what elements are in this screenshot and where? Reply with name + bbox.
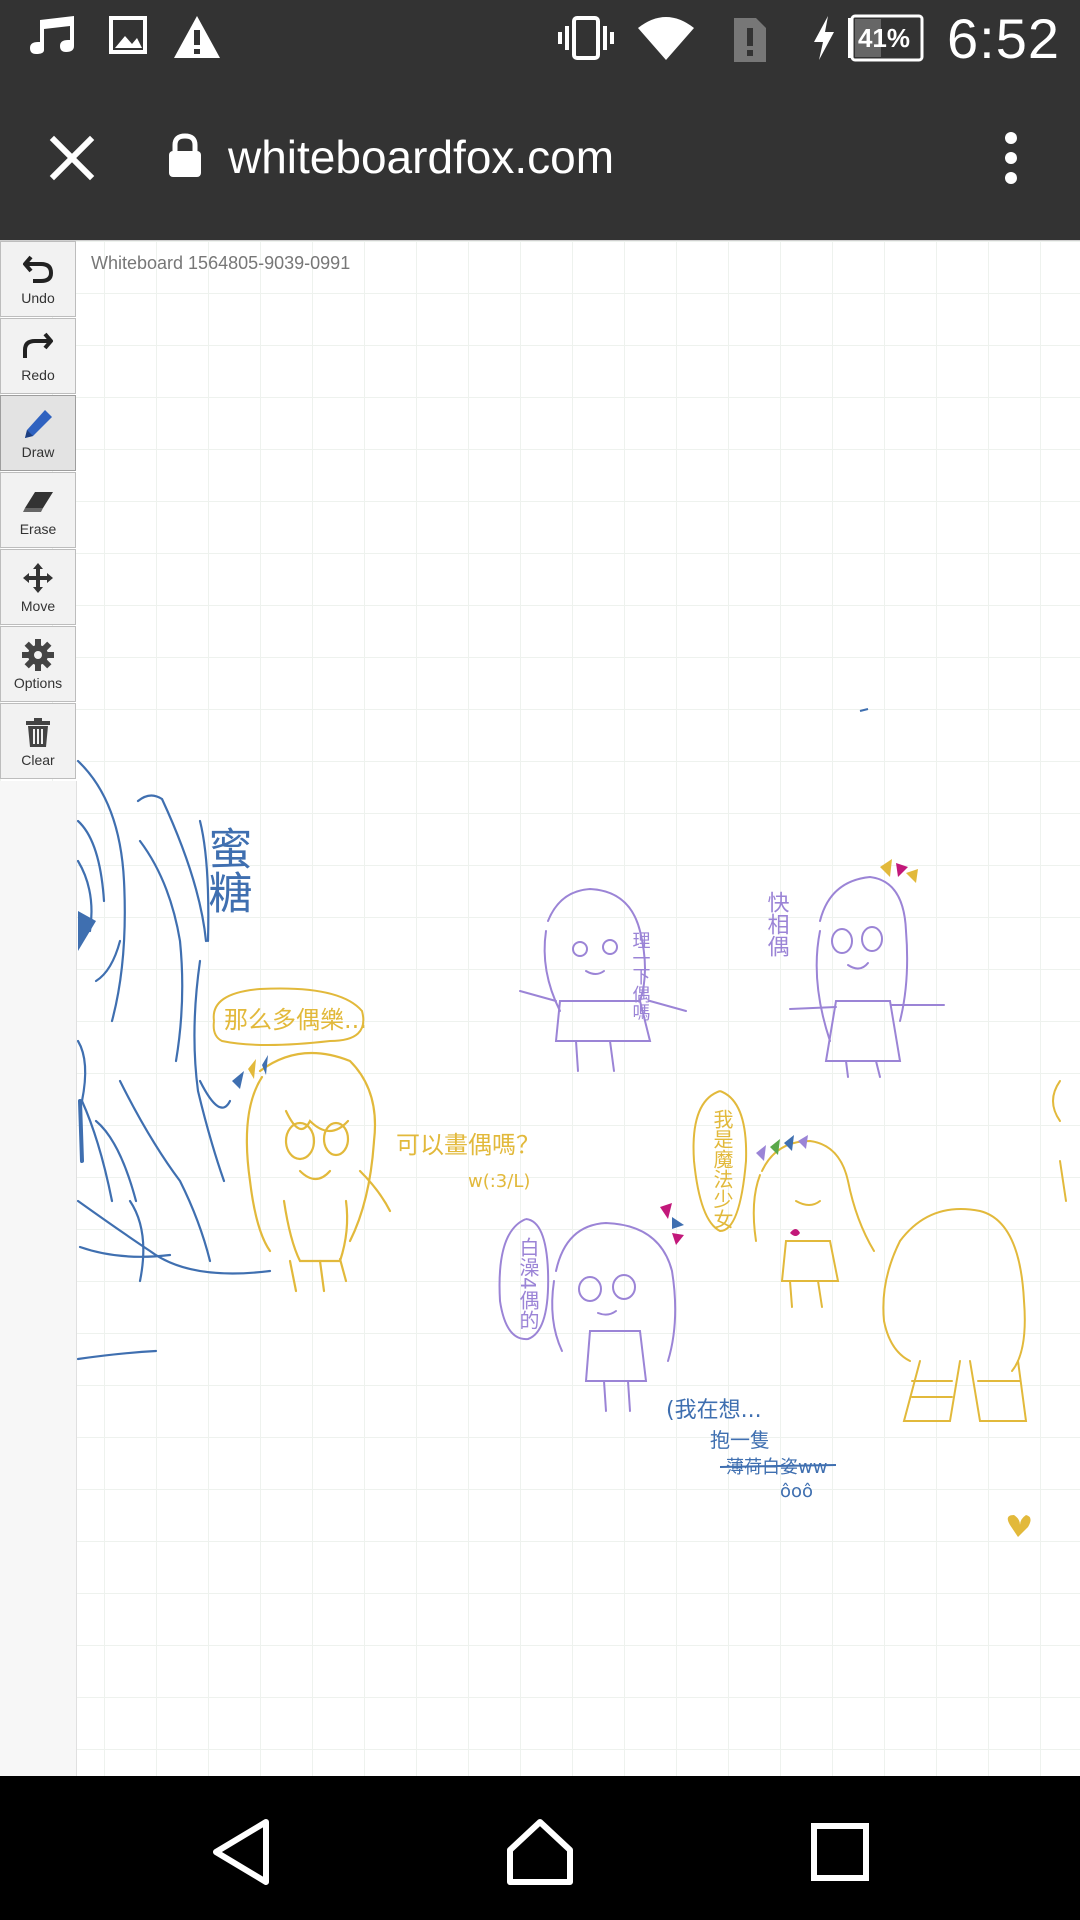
sim-alert-icon	[734, 18, 766, 62]
charging-icon	[814, 16, 834, 60]
music-note-icon	[30, 16, 74, 54]
navigation-bar	[0, 1776, 1080, 1920]
text-honey-candy: 蜜糖	[201, 826, 252, 914]
move-icon	[23, 562, 53, 593]
options-label: Options	[13, 674, 63, 691]
more-vert-icon[interactable]	[996, 130, 1026, 186]
tool-palette: Undo Redo Draw Erase Move Options Clear	[0, 241, 76, 780]
text-thinking: (我在想...	[666, 1398, 762, 1423]
redo-label: Redo	[21, 366, 55, 383]
status-bar: 41% 6:52	[0, 0, 1080, 78]
options-button[interactable]: Options	[0, 626, 76, 702]
close-icon[interactable]	[48, 134, 96, 182]
board-title: Whiteboard 1564805-9039-0991	[91, 253, 351, 273]
warning-icon	[174, 16, 220, 58]
clear-label: Clear	[21, 751, 55, 768]
recents-square-icon[interactable]	[804, 1816, 876, 1888]
draw-label: Draw	[21, 443, 55, 460]
draw-button[interactable]: Draw	[0, 395, 76, 471]
clear-button[interactable]: Clear	[0, 703, 76, 779]
home-icon[interactable]	[504, 1816, 576, 1888]
trash-icon	[26, 717, 50, 747]
battery-percent: 41%	[857, 22, 911, 53]
pencil-icon	[25, 409, 52, 438]
text-white-haired: 白澡4偶的	[516, 1237, 540, 1330]
redo-icon	[23, 332, 53, 358]
text-help-rent: 理一下偶嗎	[630, 931, 651, 1022]
text-can-draw: 可以畫偶嗎？	[396, 1131, 540, 1159]
lock-icon	[169, 133, 201, 177]
drawing-strokes: 蜜糖 那么多偶樂... 可以畫偶嗎？ w(:3/L) 理一下偶嗎 快相偶 我是魔…	[76, 708, 1067, 1537]
clock: 6:52	[947, 7, 1060, 70]
text-emoticon: w(:3/L)	[468, 1171, 530, 1192]
gear-icon	[22, 638, 54, 671]
text-dots: ôoô	[780, 1481, 813, 1502]
back-triangle-icon[interactable]	[206, 1816, 278, 1888]
wifi-icon	[638, 17, 694, 60]
eraser-icon	[23, 491, 53, 512]
toolbar-strip	[0, 781, 77, 1777]
undo-icon	[23, 255, 54, 283]
battery-icon: 41%	[842, 14, 926, 62]
erase-button[interactable]: Erase	[0, 472, 76, 548]
move-label: Move	[20, 597, 56, 614]
move-button[interactable]: Move	[0, 549, 76, 625]
undo-label: Undo	[21, 289, 55, 306]
text-bubble-1: 那么多偶樂...	[224, 1006, 367, 1034]
undo-button[interactable]: Undo	[0, 241, 76, 317]
text-hug-one: 抱一隻	[710, 1428, 770, 1452]
url-text[interactable]: whiteboardfox.com	[228, 130, 614, 184]
erase-label: Erase	[19, 520, 57, 537]
text-fast-idol: 快相偶	[764, 891, 790, 957]
redo-button[interactable]: Redo	[0, 318, 76, 394]
image-icon	[109, 16, 147, 54]
text-magic-girl: 我是魔法少女	[710, 1109, 734, 1229]
browser-toolbar: whiteboardfox.com	[0, 78, 1080, 240]
whiteboard-canvas[interactable]: 蜜糖 那么多偶樂... 可以畫偶嗎？ w(:3/L) 理一下偶嗎 快相偶 我是魔…	[0, 240, 1080, 1777]
vibrate-icon	[558, 16, 614, 60]
